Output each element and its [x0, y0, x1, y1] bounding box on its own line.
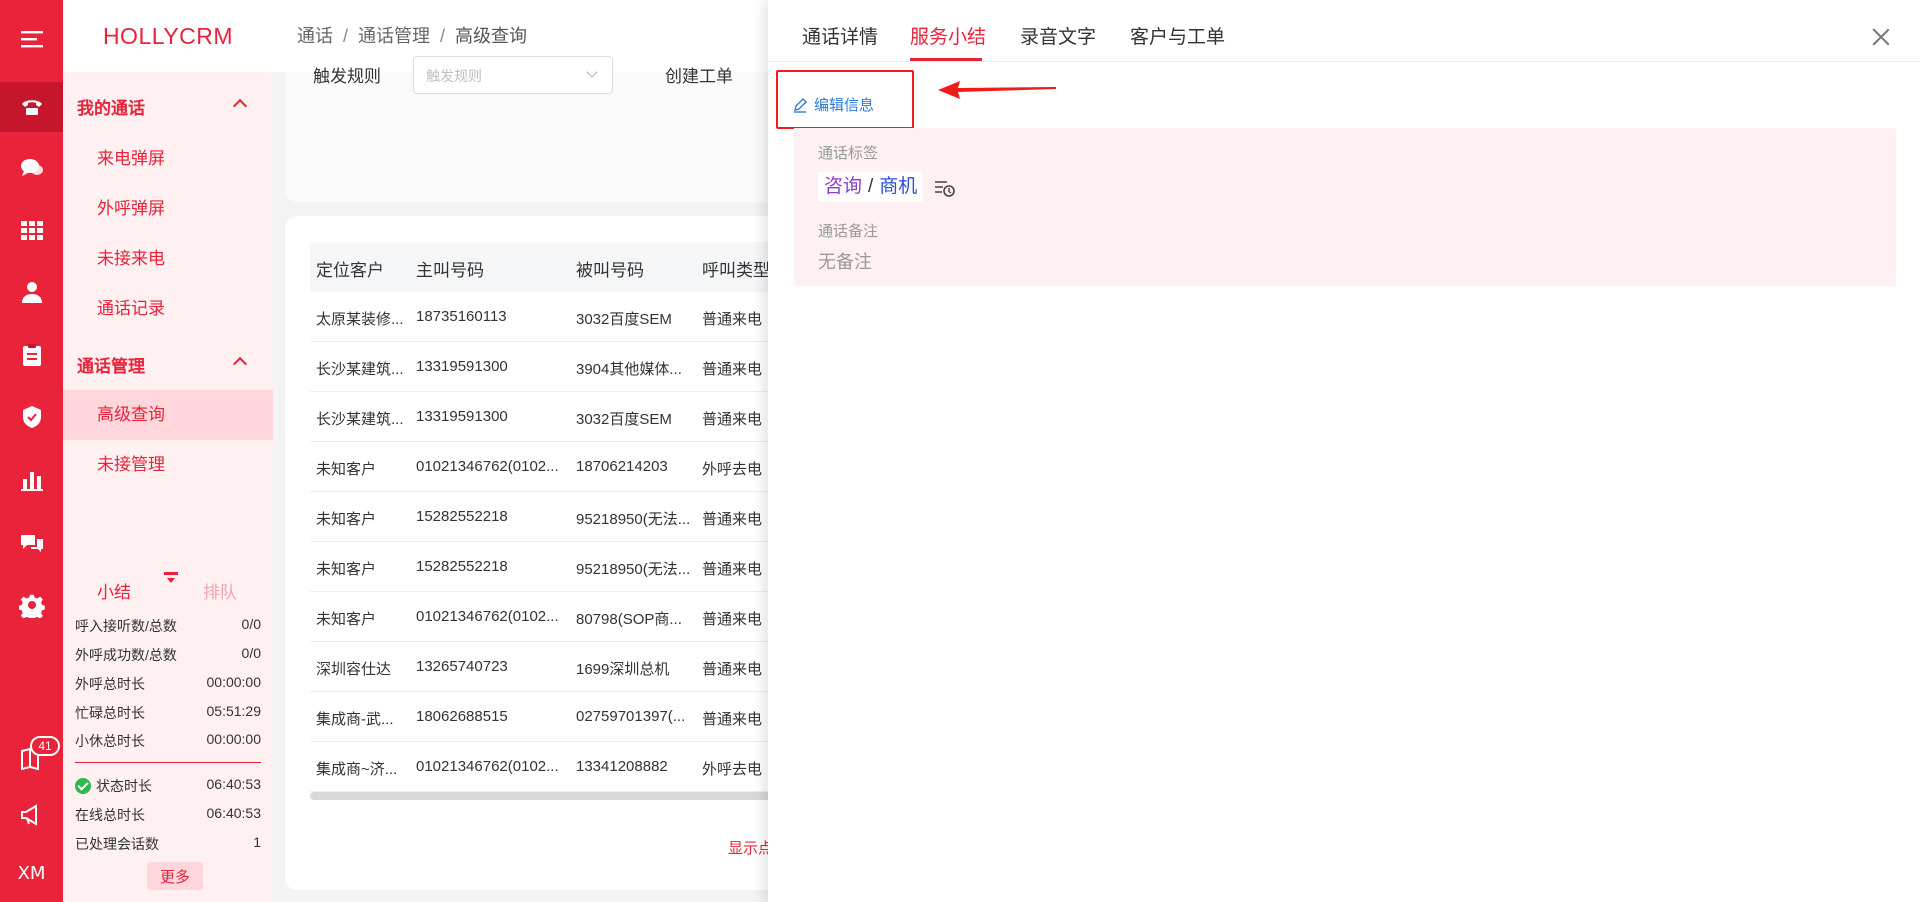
chat-bubbles-icon[interactable]: [0, 143, 63, 193]
group-call-management[interactable]: 通话管理: [77, 352, 145, 377]
sidebar-item-advanced-query[interactable]: 高级查询: [63, 390, 273, 440]
tag-label: 通话标签: [818, 145, 879, 162]
table-row[interactable]: 集成商~济... 01021346762(0102... 13341208882 外呼…: [310, 742, 785, 792]
stat-row: 在线总时长 06:40:53: [75, 805, 261, 823]
user-initials: XM: [17, 862, 46, 884]
table-row[interactable]: 深圳容仕达 13265740723 1699深圳总机 普通来电: [310, 642, 785, 692]
table-row[interactable]: 未知客户 15282552218 95218950(无法... 普通来电: [310, 542, 785, 592]
close-icon[interactable]: [1872, 28, 1890, 46]
clipboard-icon[interactable]: [0, 330, 63, 380]
sidebar: HOLLYCRM 我的通话 来电弹屏 外呼弹屏 未接来电 通话记录 通话管理 高…: [63, 0, 273, 902]
table-row[interactable]: 未知客户 01021346762(0102... 18706214203 外呼去电: [310, 442, 785, 492]
stat-row: 已处理会话数 1: [75, 834, 261, 852]
group-my-calls[interactable]: 我的通话: [77, 94, 145, 119]
show-link[interactable]: 显示点: [728, 837, 773, 858]
detail-drawer: 通话详情 服务小结 录音文字 客户与工单 编辑信息 通话标签 咨询 / 商机 通话备…: [768, 0, 1920, 902]
col-header[interactable]: 被叫号码: [576, 256, 644, 281]
tab-call-details[interactable]: 通话详情: [802, 22, 878, 49]
tag-item[interactable]: 咨询: [824, 176, 862, 197]
sidebar-item-incoming-popup[interactable]: 来电弹屏: [63, 134, 273, 184]
chevron-down-icon: [586, 66, 598, 78]
notification-badge: 41: [30, 736, 60, 756]
table-row[interactable]: 集成商-武... 18062688515 02759701397(... 普通来电: [310, 692, 785, 742]
brand-logo: HOLLYCRM: [63, 0, 273, 72]
sidebar-item-missed-management[interactable]: 未接管理: [63, 440, 273, 490]
menu-icon[interactable]: [0, 14, 63, 64]
sidebar-item-call-records[interactable]: 通话记录: [63, 284, 273, 334]
note-value: 无备注: [818, 252, 872, 272]
stat-row: 外呼总时长 00:00:00: [75, 674, 261, 692]
table-row[interactable]: 长沙某建筑... 13319591300 3032百度SEM 普通来电: [310, 392, 785, 442]
breadcrumb: 通话 / 通话管理 / 高级查询: [297, 26, 528, 46]
breadcrumb-item[interactable]: 通话: [297, 26, 333, 46]
col-header[interactable]: 主叫号码: [416, 256, 484, 281]
bar-chart-icon[interactable]: [0, 455, 63, 505]
tag-item[interactable]: 商机: [879, 176, 917, 197]
tab-indicator: [164, 572, 178, 575]
stat-row: 忙碌总时长 05:51:29: [75, 703, 261, 721]
col-header[interactable]: 呼叫类型: [702, 256, 770, 281]
active-tab-indicator: [910, 58, 982, 61]
stat-row: 呼入接听数/总数 0/0: [75, 616, 261, 634]
stats-divider: [75, 762, 261, 763]
results-table: 定位客户 主叫号码 被叫号码 呼叫类型 太原某装修... 18735160113 3…: [285, 216, 785, 890]
stats-tabs: 小结 排队: [63, 570, 273, 606]
tab-customer-tickets[interactable]: 客户与工单: [1130, 22, 1225, 49]
tab-queue[interactable]: 排队: [203, 578, 237, 603]
stat-row: 小休总时长 00:00:00: [75, 731, 261, 749]
tab-transcript[interactable]: 录音文字: [1020, 22, 1096, 49]
megaphone-icon[interactable]: [0, 790, 63, 840]
phone-icon[interactable]: [0, 82, 63, 132]
table-row[interactable]: 太原某装修... 18735160113 3032百度SEM 普通来电: [310, 292, 785, 342]
annotation-arrow: [938, 81, 1056, 99]
note-label: 通话备注: [818, 223, 879, 240]
trigger-rule-label: 触发规则: [313, 67, 381, 86]
breadcrumb-item[interactable]: 通话管理: [358, 26, 430, 46]
app-rail: 41 XM: [0, 0, 63, 902]
gear-icon[interactable]: [0, 580, 63, 630]
breadcrumb-current: 高级查询: [455, 26, 528, 46]
filter-panel: 触发规则 触发规则 创建工单: [285, 56, 785, 202]
sidebar-item-outgoing-popup[interactable]: 外呼弹屏: [63, 184, 273, 234]
pencil-icon: [794, 97, 807, 113]
tab-summary[interactable]: 小结: [97, 578, 131, 603]
more-button[interactable]: 更多: [147, 862, 203, 890]
col-header[interactable]: 定位客户: [316, 256, 384, 281]
grid-icon[interactable]: [0, 205, 63, 255]
table-row[interactable]: 未知客户 15282552218 95218950(无法... 普通来电: [310, 492, 785, 542]
table-row[interactable]: 未知客户 01021346762(0102... 80798(SOP商... 普通来电: [310, 592, 785, 642]
stat-row: 状态时长 06:40:53: [75, 776, 261, 796]
table-header: 定位客户 主叫号码 被叫号码 呼叫类型: [310, 242, 785, 292]
edit-info-button[interactable]: 编辑信息: [792, 94, 874, 115]
tab-indicator-caret: [167, 578, 175, 583]
sidebar-item-missed-calls[interactable]: 未接来电: [63, 234, 273, 284]
table-row[interactable]: 长沙某建筑... 13319591300 3904其他媒体... 普通来电: [310, 342, 785, 392]
call-tags: 咨询 / 商机: [818, 172, 924, 202]
horizontal-scrollbar[interactable]: [310, 792, 785, 800]
stat-row: 外呼成功数/总数 0/0: [75, 645, 261, 663]
tag-history-icon[interactable]: [934, 178, 956, 198]
check-circle-icon: [75, 778, 91, 794]
chevron-up-icon[interactable]: [232, 98, 248, 114]
create-ticket-label: 创建工单: [665, 67, 733, 86]
user-avatar[interactable]: XM: [0, 848, 63, 898]
chevron-up-icon[interactable]: [232, 356, 248, 372]
tab-service-summary[interactable]: 服务小结: [910, 22, 986, 49]
summary-panel: 通话标签 咨询 / 商机 通话备注 无备注: [794, 128, 1896, 286]
shield-icon[interactable]: [0, 392, 63, 442]
drawer-tabs: 通话详情 服务小结 录音文字 客户与工单: [768, 0, 1920, 62]
user-icon[interactable]: [0, 267, 63, 317]
trigger-rule-select[interactable]: 触发规则: [413, 56, 613, 94]
message-icon[interactable]: [0, 518, 63, 568]
